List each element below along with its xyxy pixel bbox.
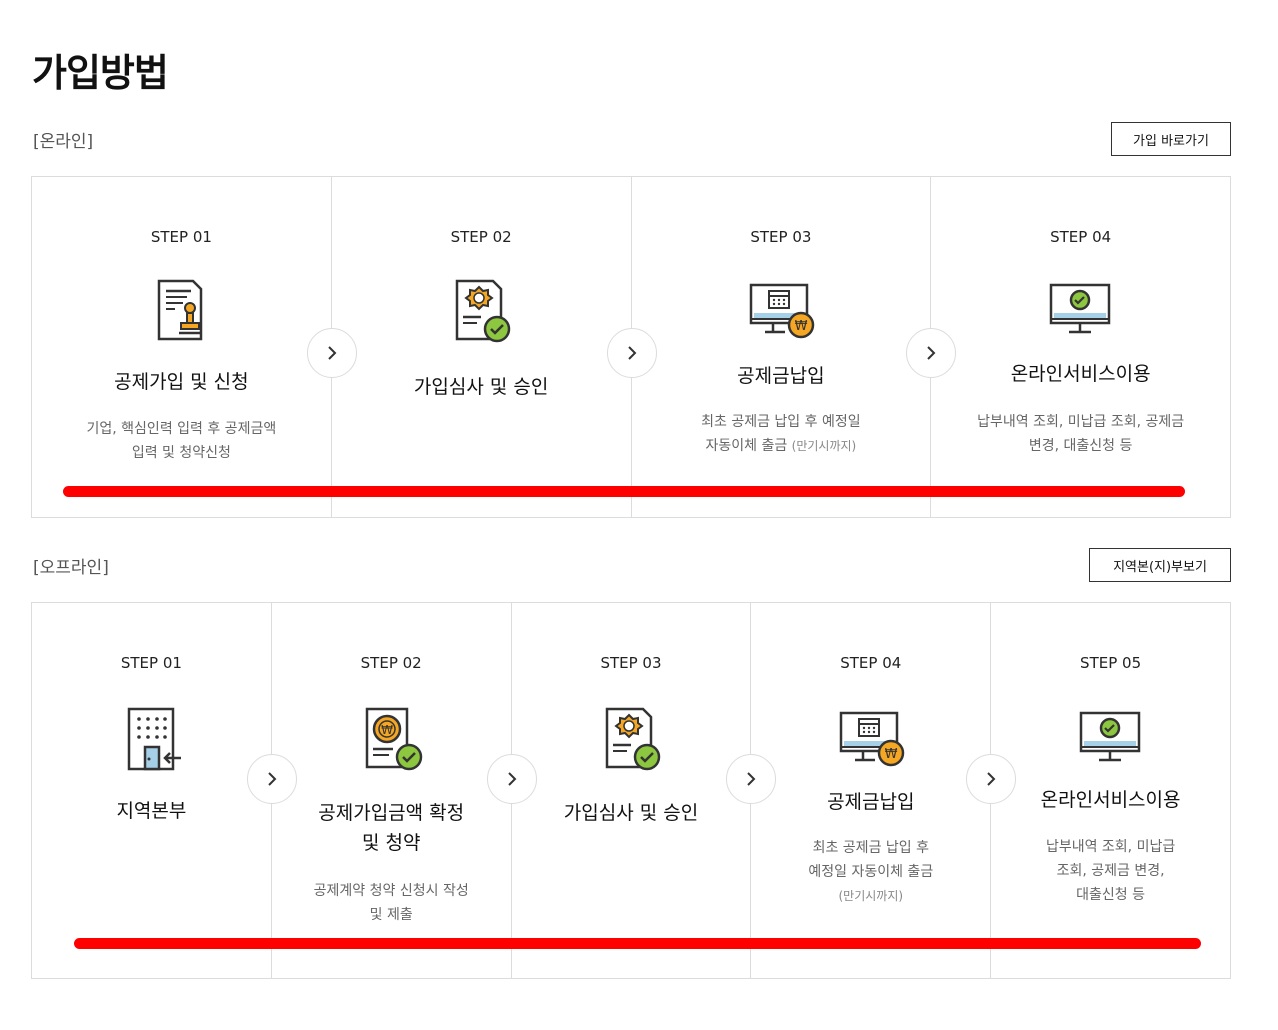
step-label: STEP 02 bbox=[360, 654, 422, 672]
step-desc-line-1: 최초 공제금 납입 후 예정일 bbox=[701, 414, 861, 430]
step-desc-line-2: 입력 및 청약신청 bbox=[131, 445, 231, 461]
regional-office-button[interactable]: 지역본(지)부보기 bbox=[1089, 548, 1231, 582]
step-desc: 납부내역 조회, 미납급 조회, 공제금 변경, 대출신청 등 bbox=[951, 410, 1210, 458]
monitor-calendar-won-icon bbox=[835, 703, 907, 775]
building-door-icon bbox=[115, 703, 187, 775]
step-label: STEP 02 bbox=[450, 228, 512, 246]
step-desc-line-2: 변경, 대출신청 등 bbox=[1028, 438, 1133, 454]
next-step-arrow-button[interactable] bbox=[306, 328, 357, 378]
step-title: 가입심사 및 승인 bbox=[563, 802, 699, 824]
step-title: 온라인서비스이용 bbox=[1010, 363, 1151, 385]
monitor-check-icon bbox=[1075, 703, 1147, 775]
step-desc-line-2: 자동이체 출금 bbox=[705, 438, 788, 454]
next-step-arrow-button[interactable] bbox=[246, 754, 297, 804]
next-step-arrow-button[interactable] bbox=[486, 754, 537, 804]
next-step-arrow-button[interactable] bbox=[906, 328, 957, 378]
step-desc-line-3: 대출신청 등 bbox=[1076, 887, 1146, 903]
step-desc-line-2: 및 제출 bbox=[369, 907, 413, 923]
page-title: 가입방법 bbox=[32, 51, 169, 95]
step-title: 공제금납입 bbox=[737, 365, 825, 387]
step-desc: 기업, 핵심인력 입력 후 공제금액 입력 및 청약신청 bbox=[62, 417, 301, 465]
offline-step-1: STEP 01 지역본부 bbox=[32, 603, 297, 978]
step-desc-note: (만기시까지) bbox=[838, 889, 904, 903]
chevron-right-icon bbox=[921, 343, 941, 363]
chevron-right-icon bbox=[262, 769, 282, 789]
monitor-calendar-won-icon bbox=[745, 275, 817, 347]
step-title: 지역본부 bbox=[116, 800, 187, 822]
next-step-arrow-button[interactable] bbox=[966, 754, 1017, 804]
chevron-right-icon bbox=[322, 343, 342, 363]
step-label: STEP 04 bbox=[840, 654, 902, 672]
step-desc-note: (만기시까지) bbox=[791, 439, 857, 453]
document-won-check-icon bbox=[355, 703, 427, 775]
highlight-line bbox=[74, 938, 1201, 949]
offline-step-2: STEP 02 공제가입금액 확정 및 청약 공제계약 청약 신청시 작성 및 … bbox=[272, 603, 537, 978]
step-label: STEP 04 bbox=[1050, 228, 1112, 246]
online-step-2: STEP 02 가입심사 및 승인 bbox=[332, 177, 657, 517]
online-step-3: STEP 03 공제금납입 최초 공제금 납입 후 예정일 자동이체 출금 (만… bbox=[632, 177, 957, 517]
chevron-right-icon bbox=[741, 769, 761, 789]
step-title: 공제금납입 bbox=[827, 791, 915, 813]
join-shortcut-button[interactable]: 가입 바로가기 bbox=[1111, 122, 1231, 156]
step-desc: 최초 공제금 납입 후 예정일 자동이체 출금 (만기시까지) bbox=[767, 836, 974, 908]
highlight-line bbox=[63, 486, 1185, 497]
offline-step-4: STEP 04 공제금납입 최초 공제금 납입 후 예정일 자동이체 출금 (만… bbox=[751, 603, 1017, 978]
step-desc-line-1: 납부내역 조회, 미납급 bbox=[1045, 839, 1176, 855]
step-label: STEP 03 bbox=[750, 228, 812, 246]
step-title-line-2: 및 청약 bbox=[361, 832, 421, 854]
certificate-check-icon bbox=[595, 703, 667, 775]
step-title: 공제가입 및 신청 bbox=[114, 371, 249, 393]
chevron-right-icon bbox=[502, 769, 522, 789]
step-title-line-1: 공제가입금액 확정 bbox=[318, 802, 465, 824]
chevron-right-icon bbox=[622, 343, 642, 363]
step-title: 가입심사 및 승인 bbox=[413, 376, 549, 398]
monitor-check-icon bbox=[1045, 275, 1117, 347]
step-title: 온라인서비스이용 bbox=[1040, 789, 1181, 811]
next-step-arrow-button[interactable] bbox=[606, 328, 657, 378]
step-desc-line-2: 예정일 자동이체 출금 bbox=[808, 864, 934, 880]
certificate-check-icon bbox=[445, 275, 517, 347]
step-desc-line-1: 납부내역 조회, 미납급 조회, 공제금 bbox=[977, 414, 1185, 430]
step-desc-line-2: 조회, 공제금 변경, bbox=[1056, 863, 1165, 879]
online-steps-panel: STEP 01 공제가입 및 신청 기업, 핵심인력 입력 후 공제금액 입력 … bbox=[31, 176, 1231, 518]
step-desc: 납부내역 조회, 미납급 조회, 공제금 변경, 대출신청 등 bbox=[1007, 835, 1214, 907]
step-desc-line-1: 최초 공제금 납입 후 bbox=[812, 840, 929, 856]
offline-step-5: STEP 05 온라인서비스이용 납부내역 조회, 미납급 조회, 공제금 변경… bbox=[991, 603, 1230, 978]
step-label: STEP 01 bbox=[120, 654, 182, 672]
offline-section-label: [오프라인] bbox=[33, 558, 109, 578]
offline-steps-panel: STEP 01 지역본부 STEP 02 공제가입금액 확정 및 청약 공제계약… bbox=[31, 602, 1231, 979]
step-desc-line-1: 기업, 핵심인력 입력 후 공제금액 bbox=[86, 421, 277, 437]
step-label: STEP 05 bbox=[1080, 654, 1142, 672]
online-step-4: STEP 04 온라인서비스이용 납부내역 조회, 미납급 조회, 공제금 변경… bbox=[931, 177, 1230, 517]
step-title: 공제가입금액 확정 및 청약 bbox=[282, 798, 501, 858]
step-desc: 최초 공제금 납입 후 예정일 자동이체 출금 (만기시까지) bbox=[662, 410, 901, 458]
chevron-right-icon bbox=[981, 769, 1001, 789]
step-label: STEP 03 bbox=[600, 654, 662, 672]
step-desc-line-1: 공제계약 청약 신청시 작성 bbox=[313, 883, 469, 899]
step-label: STEP 01 bbox=[150, 228, 212, 246]
online-step-1: STEP 01 공제가입 및 신청 기업, 핵심인력 입력 후 공제금액 입력 … bbox=[32, 177, 357, 517]
online-section-label: [온라인] bbox=[33, 132, 94, 152]
document-stamp-icon bbox=[145, 275, 217, 347]
offline-step-3: STEP 03 가입심사 및 승인 bbox=[512, 603, 777, 978]
step-desc: 공제계약 청약 신청시 작성 및 제출 bbox=[292, 879, 491, 927]
